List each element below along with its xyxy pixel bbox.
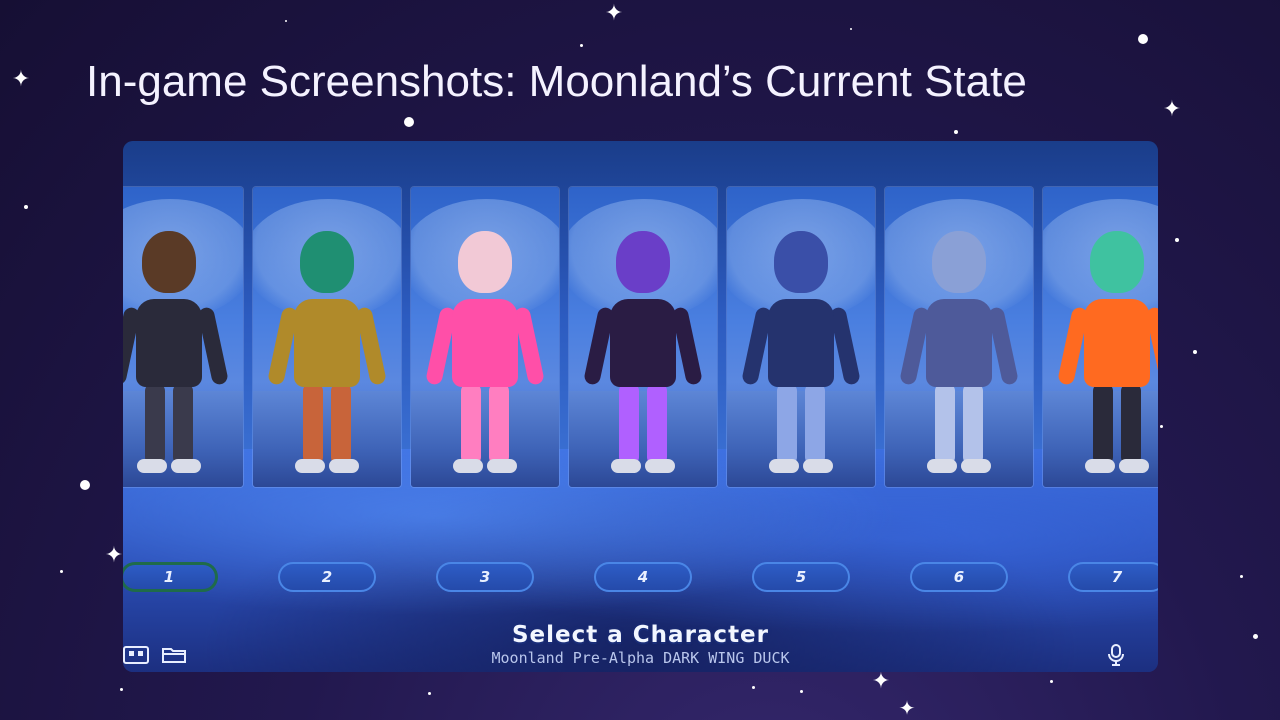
- character-left-shoe: [927, 459, 957, 473]
- sparkle-star-icon: ✦: [871, 669, 891, 694]
- character-head: [616, 231, 670, 293]
- character-head: [300, 231, 354, 293]
- character-right-shoe: [961, 459, 991, 473]
- sparkle-star-icon: ✦: [1162, 97, 1182, 122]
- lunar-surface: [885, 391, 1033, 487]
- character-head: [774, 231, 828, 293]
- character-right-leg: [805, 383, 825, 465]
- character-left-shoe: [137, 459, 167, 473]
- character-card-1[interactable]: [123, 187, 243, 487]
- sparkle-star-icon: ✦: [104, 543, 124, 568]
- character-right-leg: [331, 383, 351, 465]
- character-torso: [294, 299, 360, 387]
- build-label: Moonland Pre-Alpha DARK WING DUCK: [491, 649, 790, 667]
- folder-icon[interactable]: [161, 646, 187, 664]
- character-left-leg: [145, 383, 165, 465]
- lunar-surface: [569, 391, 717, 487]
- star-dot: [1050, 680, 1053, 683]
- character-torso: [926, 299, 992, 387]
- character-left-shoe: [769, 459, 799, 473]
- star-dot: [285, 20, 287, 22]
- character-right-leg: [1121, 383, 1141, 465]
- character-head: [1090, 231, 1144, 293]
- character-right-shoe: [645, 459, 675, 473]
- slot-button-7[interactable]: 7: [1068, 562, 1158, 592]
- character-right-leg: [963, 383, 983, 465]
- character-torso: [1084, 299, 1150, 387]
- star-dot: [1193, 350, 1197, 354]
- lunar-surface: [253, 391, 401, 487]
- game-screenshot: 1 2 3 4 5 6 7 Select a Character Moonland Pre-…: [123, 141, 1158, 672]
- character-left-leg: [935, 383, 955, 465]
- character-right-leg: [647, 383, 667, 465]
- controller-icon[interactable]: [123, 646, 149, 664]
- character-card-3[interactable]: [411, 187, 559, 487]
- character-right-shoe: [803, 459, 833, 473]
- slot-button-1[interactable]: 1: [123, 562, 218, 592]
- character-card-7[interactable]: [1043, 187, 1158, 487]
- select-character-heading: Select a Character: [511, 622, 770, 648]
- character-torso: [610, 299, 676, 387]
- character-head: [932, 231, 986, 293]
- lunar-surface: [411, 391, 559, 487]
- star-dot: [954, 130, 958, 134]
- star-dot: [80, 480, 90, 490]
- slot-button-3[interactable]: 3: [436, 562, 534, 592]
- character-right-leg: [489, 383, 509, 465]
- star-dot: [1240, 575, 1243, 578]
- star-dot: [850, 28, 852, 30]
- star-dot: [60, 570, 63, 573]
- character-head: [142, 231, 196, 293]
- character-left-leg: [619, 383, 639, 465]
- character-left-leg: [1093, 383, 1113, 465]
- star-dot: [800, 690, 803, 693]
- character-right-shoe: [1119, 459, 1149, 473]
- star-dot: [1253, 634, 1258, 639]
- character-right-leg: [173, 383, 193, 465]
- character-right-shoe: [171, 459, 201, 473]
- character-left-shoe: [611, 459, 641, 473]
- character-left-shoe: [1085, 459, 1115, 473]
- character-card-6[interactable]: [885, 187, 1033, 487]
- character-card-2[interactable]: [253, 187, 401, 487]
- character-card-5[interactable]: [727, 187, 875, 487]
- star-dot: [580, 44, 583, 47]
- sparkle-star-icon: ✦: [604, 1, 624, 26]
- character-head: [458, 231, 512, 293]
- slot-button-6[interactable]: 6: [910, 562, 1008, 592]
- sparkle-star-icon: ✦: [11, 67, 31, 92]
- star-dot: [1175, 238, 1179, 242]
- star-dot: [24, 205, 28, 209]
- star-dot: [404, 117, 414, 127]
- star-dot: [1138, 34, 1148, 44]
- character-card-4[interactable]: [569, 187, 717, 487]
- character-left-shoe: [295, 459, 325, 473]
- character-left-leg: [777, 383, 797, 465]
- character-left-shoe: [453, 459, 483, 473]
- star-dot: [120, 688, 123, 691]
- microphone-icon[interactable]: [1107, 644, 1125, 666]
- character-torso: [136, 299, 202, 387]
- slot-button-4[interactable]: 4: [594, 562, 692, 592]
- character-torso: [452, 299, 518, 387]
- sparkle-star-icon: ✦: [898, 696, 916, 720]
- slide-title: In-game Screenshots: Moonland’s Current …: [86, 57, 1027, 106]
- slot-button-2[interactable]: 2: [278, 562, 376, 592]
- character-torso: [768, 299, 834, 387]
- character-left-leg: [303, 383, 323, 465]
- character-left-leg: [461, 383, 481, 465]
- star-dot: [1160, 425, 1163, 428]
- character-right-shoe: [329, 459, 359, 473]
- star-dot: [752, 686, 755, 689]
- slot-button-5[interactable]: 5: [752, 562, 850, 592]
- character-right-shoe: [487, 459, 517, 473]
- lunar-surface: [727, 391, 875, 487]
- star-dot: [428, 692, 431, 695]
